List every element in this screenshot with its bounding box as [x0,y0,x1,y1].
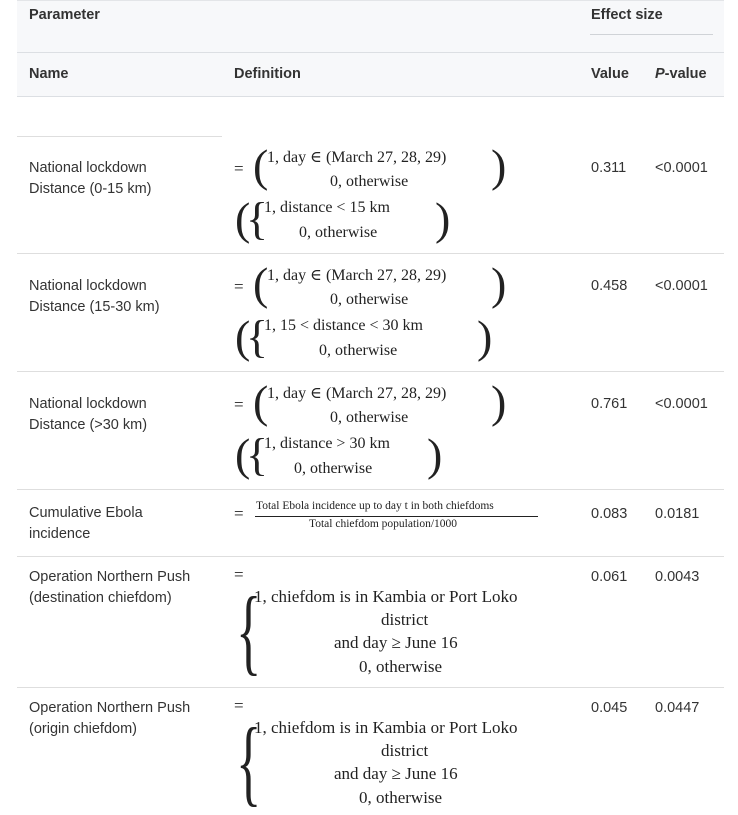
equals-sign: = [234,277,244,296]
header-definition: Definition [234,66,301,82]
row-name-line1: Cumulative Ebola [29,505,143,521]
case-line-4: 0, otherwise [359,657,443,676]
case-line-3: 1, distance > 30 km [264,435,390,452]
header-parameter: Parameter [29,7,100,23]
table-row: Operation Northern Push (origin chiefdom… [17,688,724,810]
row-name: National lockdown Distance (>30 km) [29,394,147,436]
row-name-line1: National lockdown [29,396,147,412]
p-value: <0.0001 [655,278,708,294]
case-line-3: and day ≥ June 16 [334,633,458,652]
effect-value: 0.311 [591,160,627,176]
case-line-1: 1, day ∈ (March 27, 28, 29) [267,385,447,402]
row-name-line1: National lockdown [29,278,147,294]
case-line-2: 0, otherwise [330,409,409,426]
case-line-3: 1, distance < 15 km [264,199,390,216]
table-header-group: Parameter Effect size [17,0,724,53]
case-line-2: 0, otherwise [330,291,409,308]
p-value: 0.0043 [655,569,700,585]
equals-sign: = [234,395,244,414]
table-row: Cumulative Ebola incidence = Total Ebola… [17,490,724,557]
case-line-1: 1, day ∈ (March 27, 28, 29) [267,267,447,284]
row-name-line1: Operation Northern Push [29,569,191,585]
case-line-4: 0, otherwise [319,342,398,359]
case-line-1: 1, day ∈ (March 27, 28, 29) [267,149,447,166]
equals-sign: = [234,504,244,523]
table-row: Operation Northern Push (destination chi… [17,557,724,688]
fraction-numerator: Total Ebola incidence up to day t in bot… [256,500,494,512]
row-name-line2: (destination chiefdom) [29,590,172,606]
effect-value: 0.045 [591,700,628,716]
case-line-2: district [381,741,429,760]
row-name-line2: incidence [29,526,91,542]
effect-value: 0.061 [591,569,628,585]
row-name: Operation Northern Push (origin chiefdom… [29,698,190,740]
paren-close: ) [477,311,493,362]
table-header-columns: Name Definition Value P-value [17,52,724,97]
case-line-4: 0, otherwise [294,460,373,477]
header-p-italic: P [655,66,665,82]
fraction-denominator: Total chiefdom population/1000 [309,518,458,530]
p-value: 0.0181 [655,506,700,522]
row-name-line1: Operation Northern Push [29,700,191,716]
paren-close: ) [435,193,451,244]
paren-close: ) [427,429,443,480]
header-p-rest: -value [664,66,707,82]
paren-close: ) [491,140,507,191]
fraction-bar [255,516,538,517]
row-name-line2: Distance (>30 km) [29,417,148,433]
table-row: National lockdown Distance (0-15 km) = (… [17,137,724,254]
row-name-line1: National lockdown [29,160,147,176]
effect-value: 0.761 [591,396,628,412]
table-row: National lockdown Distance (15-30 km) = … [17,254,724,372]
row-name-line2: Distance (15-30 km) [29,299,160,315]
header-p-value: P-value [655,66,707,82]
case-line-2: 0, otherwise [330,173,409,190]
header-effect-size: Effect size [591,7,663,23]
row-name-line2: Distance (0-15 km) [29,181,152,197]
effect-value: 0.458 [591,278,628,294]
case-line-1: 1, chiefdom is in Kambia or Port Loko [254,718,518,737]
header-name: Name [29,66,69,82]
effect-size-underline [590,34,713,35]
case-line-3: and day ≥ June 16 [334,764,458,783]
p-value: <0.0001 [655,396,708,412]
header-value: Value [591,66,629,82]
p-value: 0.0447 [655,700,700,716]
paren-close: ) [491,258,507,309]
row-name: Operation Northern Push (destination chi… [29,567,190,609]
case-line-1: 1, chiefdom is in Kambia or Port Loko [254,587,518,606]
effect-value: 0.083 [591,506,628,522]
case-line-2: district [381,610,429,629]
row-name: National lockdown Distance (0-15 km) [29,158,151,200]
row-name-line2: (origin chiefdom) [29,721,137,737]
case-line-3: 1, 15 < distance < 30 km [264,317,423,334]
case-line-4: 0, otherwise [299,224,378,241]
table-row: National lockdown Distance (>30 km) = ( … [17,372,724,490]
row-name: Cumulative Ebola incidence [29,503,143,545]
row-name: National lockdown Distance (15-30 km) [29,276,160,318]
equals-sign: = [234,159,244,178]
p-value: <0.0001 [655,160,708,176]
paren-close: ) [491,376,507,427]
case-line-4: 0, otherwise [359,788,443,807]
